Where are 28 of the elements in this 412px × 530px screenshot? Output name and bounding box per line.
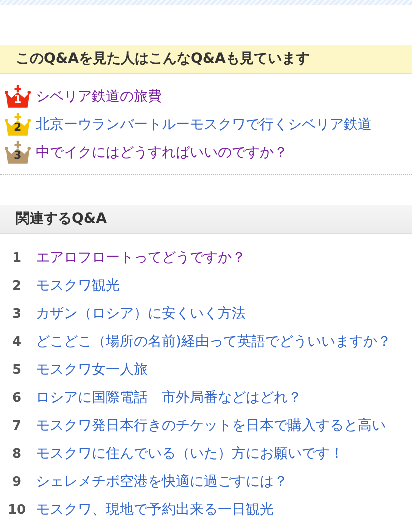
question-link[interactable]: モスクワ発日本行きのチケットを日本で購入すると高い	[36, 417, 386, 435]
rank-number: 8	[11, 446, 23, 462]
rank-number: 1	[11, 250, 23, 266]
rank-number: 5	[11, 362, 23, 378]
question-link[interactable]: どこどこ（場所の名前)経由って英語でどういいますか？	[36, 333, 392, 351]
rank-number: 4	[11, 334, 23, 350]
question-link[interactable]: ロシアに国際電話 市外局番などはどれ？	[36, 389, 302, 407]
rank-number: 3	[14, 150, 22, 162]
rank-number: 7	[11, 418, 23, 434]
question-link[interactable]: モスクワ観光	[36, 277, 120, 295]
question-link[interactable]: モスクワ、現地で予約出来る一日観光	[36, 501, 274, 519]
question-link[interactable]: カザン（ロシア）に安くいく方法	[36, 305, 246, 323]
question-link[interactable]: エアロフロートってどうですか？	[36, 249, 246, 267]
rank-number: 9	[11, 474, 23, 490]
rank-number: 1	[14, 94, 22, 106]
rank-number: 2	[11, 278, 23, 294]
rank-number: 6	[11, 390, 23, 406]
question-link[interactable]: モスクワに住んでいる（いた）方にお願いです！	[36, 445, 344, 463]
question-link[interactable]: モスクワ女一人旅	[36, 361, 148, 379]
question-link[interactable]: シベリア鉄道の旅費	[36, 88, 162, 106]
question-link[interactable]: 中でイクにはどうすればいいのですか？	[36, 144, 288, 162]
section-header: このQ&Aを見た人はこんなQ&Aも見ています	[0, 45, 412, 74]
rank-number: 3	[11, 306, 23, 322]
rank-number: 2	[14, 122, 22, 134]
section-header: 関連するQ&A	[0, 205, 412, 234]
question-link[interactable]: 北京ーウランバートルーモスクワで行くシベリア鉄道	[36, 116, 372, 134]
question-link[interactable]: シェレメチボ空港を快適に過ごすには？	[36, 473, 288, 491]
rank-number: 10	[6, 502, 28, 518]
